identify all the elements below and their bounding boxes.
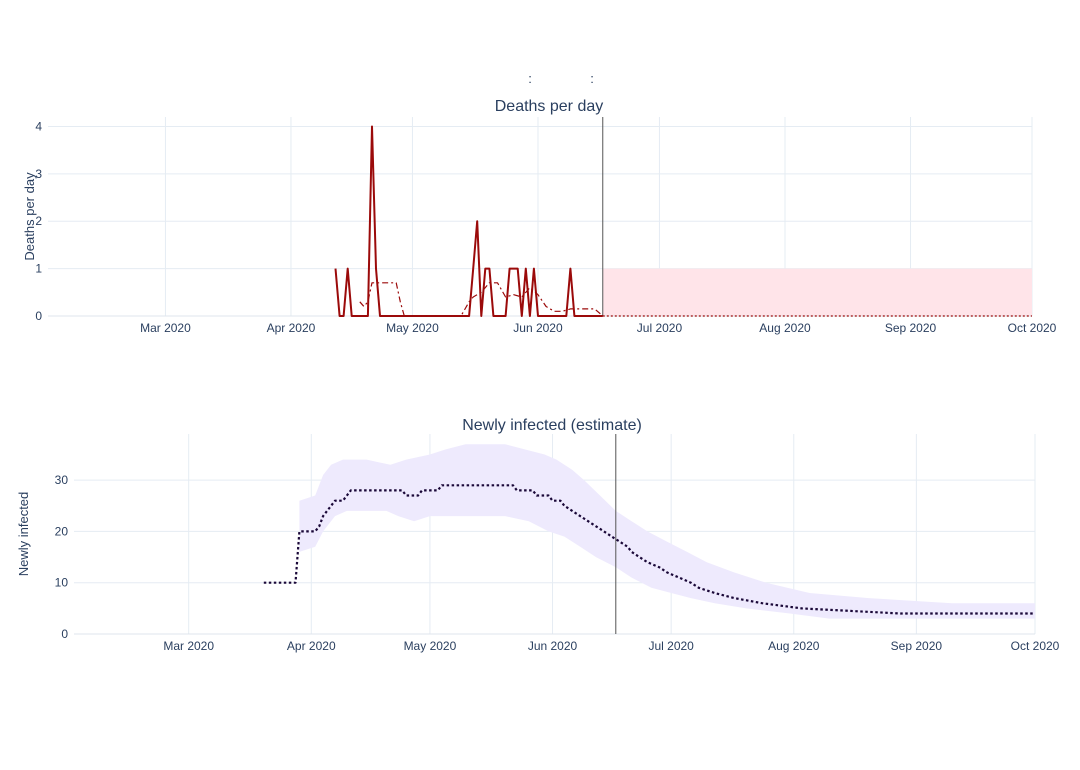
x-tick-label: Mar 2020 xyxy=(140,321,191,335)
x-tick-label: Sep 2020 xyxy=(891,639,943,653)
x-tick-label: Oct 2020 xyxy=(1011,639,1060,653)
y-tick-label: 30 xyxy=(55,473,69,487)
x-tick-label: Oct 2020 xyxy=(1008,321,1057,335)
chart-title: Deaths per day xyxy=(495,98,604,115)
x-tick-label: Aug 2020 xyxy=(768,639,820,653)
y-tick-label: 4 xyxy=(35,119,42,133)
chart-panel-1: Mar 2020 Apr 2020 May 2020 Jun 2020 Jul 2020… xyxy=(22,98,1057,335)
y-tick-label: 1 xyxy=(35,262,42,276)
chart-canvas: :: Mar 2020 Apr 2020 May 2020 Jun 2020 Jul 20… xyxy=(0,0,1080,770)
y-axis-label: Deaths per day xyxy=(22,172,37,261)
x-tick-label: Jul 2020 xyxy=(637,321,683,335)
header-separator: : xyxy=(528,71,532,86)
x-tick-label: Apr 2020 xyxy=(287,639,336,653)
chart-figure: ::Mar 2020 Apr 2020 May 2020 Jun 2020 Jul 20… xyxy=(16,71,1060,653)
x-tick-label: Apr 2020 xyxy=(267,321,316,335)
y-tick-label: 20 xyxy=(55,524,69,538)
x-tick-label: May 2020 xyxy=(404,639,457,653)
x-tick-label: Jul 2020 xyxy=(648,639,694,653)
uncertainty-band xyxy=(602,268,1032,316)
y-tick-label: 10 xyxy=(55,576,69,590)
chart-title: Newly infected (estimate) xyxy=(462,417,642,434)
y-tick-label: 0 xyxy=(61,627,68,641)
y-tick-label: 0 xyxy=(35,309,42,323)
x-tick-label: Mar 2020 xyxy=(163,639,214,653)
y-axis-label: Newly infected xyxy=(16,492,31,577)
x-tick-label: May 2020 xyxy=(386,321,439,335)
x-tick-label: Sep 2020 xyxy=(885,321,937,335)
x-tick-label: Aug 2020 xyxy=(759,321,811,335)
header-separator: : xyxy=(590,71,594,86)
chart-panel-2: Mar 2020 Apr 2020 May 2020 Jun 2020 Jul 2020… xyxy=(16,417,1060,653)
x-tick-label: Jun 2020 xyxy=(528,639,578,653)
x-tick-label: Jun 2020 xyxy=(513,321,563,335)
